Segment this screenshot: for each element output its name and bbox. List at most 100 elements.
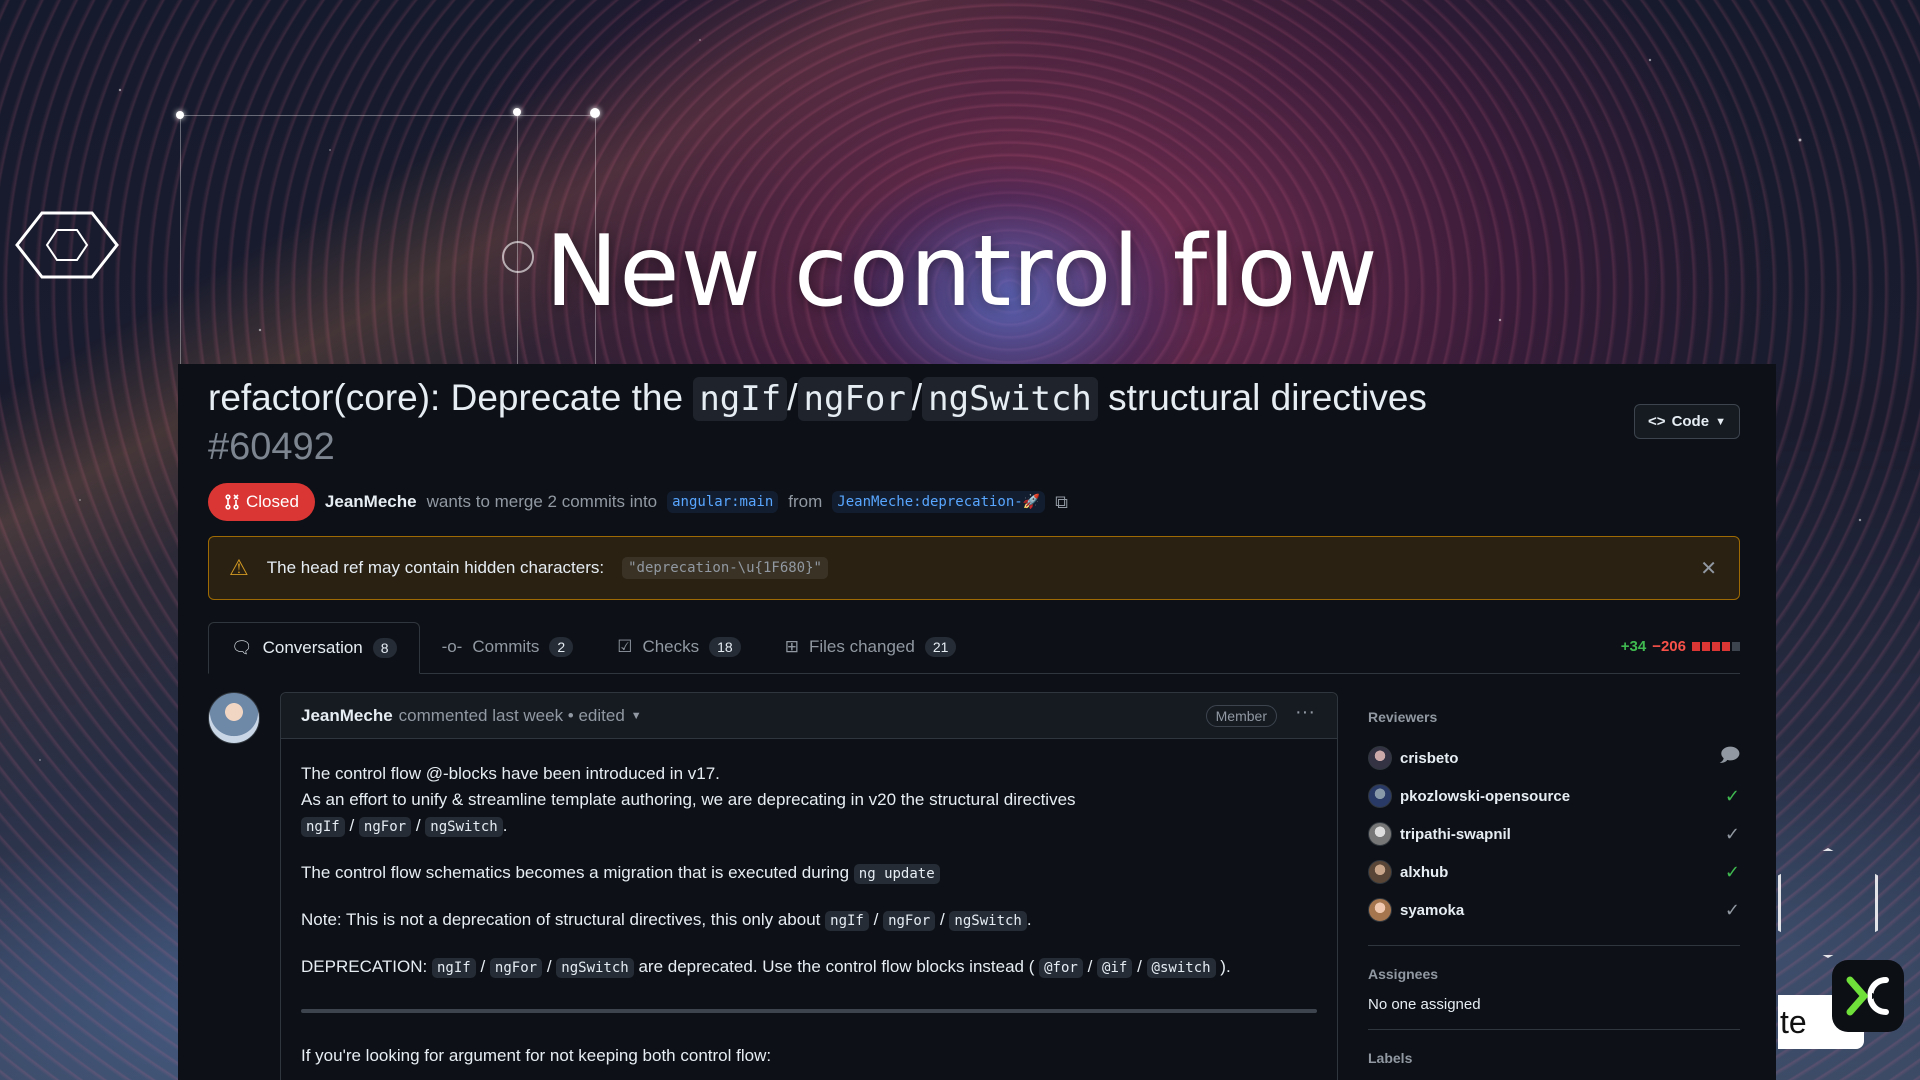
brand-logo-icon [1832,960,1904,1032]
edited-dropdown-icon[interactable]: ▼ [631,710,642,722]
kebab-horizontal-icon[interactable]: ··· [1295,701,1315,724]
assignees-value: No one assigned [1368,996,1481,1013]
avatar[interactable] [1368,822,1392,846]
status-label: Closed [246,492,299,511]
warning-text: The head ref may contain hidden characte… [266,558,605,577]
comment-paragraph: If you're looking for argument for not k… [301,1046,772,1065]
diffstat: +34 −206 [1621,638,1740,655]
diffstat-block [1732,642,1740,651]
pr-title-text: structural directives [1097,377,1427,418]
comment-card: JeanMeche commented last week • edited ▼… [280,692,1338,1080]
merge-text: wants to merge 2 commits into [426,492,658,511]
inline-code: @switch [1146,958,1216,978]
separator: / [480,957,486,976]
pr-title: refactor(core): Deprecate the ngIf / ngFor… [208,377,1427,421]
inline-code: @if [1097,958,1133,978]
slide-title: New control flow [545,215,1379,329]
comment-icon: 🗩 [1720,745,1740,765]
paragraph-text: ). [1220,957,1231,976]
comment-paragraph: The control flow schematics becomes a mi… [301,860,1317,887]
avatar[interactable] [1368,746,1392,770]
paragraph-text: Note: This is not a deprecation of struc… [301,910,821,929]
inline-code: ngSwitch [556,958,634,978]
tab-commits[interactable]: -o- Commits 2 [420,621,596,673]
reviewer-name[interactable]: tripathi-swapnil [1400,826,1511,843]
comment-paragraph: Note: This is not a deprecation of struc… [301,907,1317,934]
reviewer-name[interactable]: syamoka [1400,902,1464,919]
inline-code: ngSwitch [949,911,1027,931]
hidden-characters-warning: ⚠ The head ref may contain hidden charac… [208,536,1740,600]
deco-line [517,115,518,365]
warning-ref: "deprecation-\u{1F680}" [622,557,828,579]
reviewer-row: tripathi-swapnil ✓ [1368,815,1740,853]
avatar[interactable] [1368,898,1392,922]
reviewer-row: pkozlowski-opensource ✓ [1368,777,1740,815]
comment-discussion-icon: 🗨 [231,638,253,657]
member-badge: Member [1205,705,1277,727]
reviewer-name[interactable]: pkozlowski-opensource [1400,788,1570,805]
inline-code: ngFor [358,817,412,837]
head-branch-link[interactable]: JeanMeche:deprecation-🚀 [832,491,1046,513]
deco-node [590,108,600,118]
labels-heading[interactable]: Labels [1368,1050,1740,1066]
pr-number: #60492 [208,426,335,468]
deco-line [180,115,595,116]
from-text: from [788,492,823,511]
checklist-icon: ☑ [617,637,633,656]
copy-icon[interactable]: ⧉ [1055,492,1068,513]
reviewer-row: syamoka ✓ [1368,891,1740,929]
avatar[interactable] [1368,784,1392,808]
diffstat-block [1692,642,1700,651]
tab-conversation[interactable]: 🗨 Conversation 8 [208,622,420,674]
pr-meta: Closed JeanMeche wants to merge 2 commit… [208,483,1068,521]
avatar[interactable] [208,692,260,744]
inline-code: ngIf [301,817,345,837]
paragraph-text: are deprecated. Use the control flow blo… [638,957,1035,976]
tab-label: Commits [472,637,540,656]
close-icon[interactable]: ✕ [1700,556,1717,581]
horizontal-rule [301,1009,1317,1013]
code-button[interactable]: <> Code ▼ [1634,404,1740,439]
reviewer-name[interactable]: alxhub [1400,864,1448,881]
diffstat-bar [1692,642,1740,651]
diff-additions: +34 [1620,638,1647,655]
check-icon: ✓ [1724,861,1740,882]
pr-title-code: ngFor [797,377,912,421]
tab-count: 21 [924,637,957,657]
comment-line: ngIf / ngFor / ngSwitch. [301,813,1317,840]
pr-author-link[interactable]: JeanMeche [325,492,417,512]
paragraph-text: DEPRECATION: [301,957,428,976]
tab-count: 2 [549,637,574,657]
check-icon: ✓ [1724,899,1740,920]
comment-line: The control flow @-blocks have been intr… [301,764,720,783]
deco-line [180,115,181,365]
assignees-heading[interactable]: Assignees [1368,966,1740,982]
tab-files-changed[interactable]: ⊞ Files changed 21 [763,621,979,673]
github-pr-panel: refactor(core): Deprecate the ngIf / ngFor… [178,364,1776,1080]
pr-title-code: ngSwitch [922,377,1098,421]
base-branch-link[interactable]: angular:main [667,491,779,513]
inline-code: ngSwitch [425,817,503,837]
separator: / [546,957,552,976]
diffstat-block [1722,642,1730,651]
paragraph-text: The control flow schematics becomes a mi… [301,863,850,882]
separator: / [939,910,945,929]
tab-checks[interactable]: ☑ Checks 18 [595,621,763,673]
avatar[interactable] [1368,860,1392,884]
comment-line: As an effort to unify & streamline templ… [301,790,1076,809]
pr-title-separator: / [911,377,923,418]
comment-paragraph: DEPRECATION: ngIf / ngFor / ngSwitch are… [301,954,1317,981]
inline-code: ngIf [432,958,476,978]
code-brackets-icon: <> [1648,413,1666,430]
reviewer-name[interactable]: crisbeto [1400,750,1458,767]
comment-body: The control flow @-blocks have been intr… [281,739,1337,1080]
comment-meta: commented last week • edited [398,705,625,725]
reviewer-row: crisbeto 🗩 [1368,739,1740,777]
separator: / [1137,957,1142,976]
reviewers-heading[interactable]: Reviewers [1368,709,1740,725]
inline-code: ngFor [489,958,543,978]
separator: / [415,816,421,835]
file-diff-icon: ⊞ [784,637,799,656]
comment-author-link[interactable]: JeanMeche [301,706,393,726]
period: . [1026,910,1032,929]
